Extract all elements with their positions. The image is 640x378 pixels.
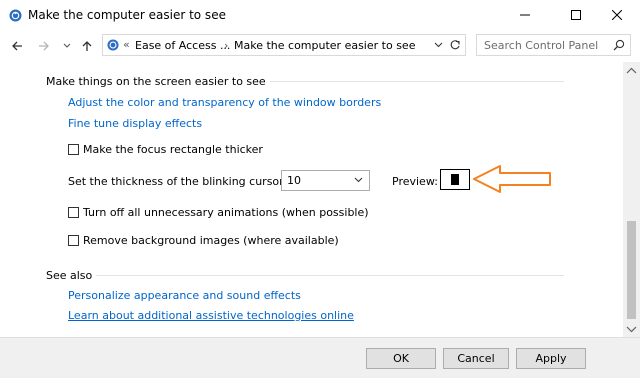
address-dropdown-icon[interactable] <box>434 42 443 48</box>
forward-arrow-icon <box>39 41 49 51</box>
backgrounds-label: Remove background images (where availabl… <box>83 234 339 247</box>
chevron-down-icon <box>63 43 71 48</box>
control-panel-icon <box>9 9 22 22</box>
close-button[interactable] <box>594 0 640 30</box>
maximize-button[interactable] <box>553 0 599 30</box>
backgrounds-checkbox[interactable] <box>68 235 79 246</box>
focus-rectangle-option[interactable]: Make the focus rectangle thicker <box>68 143 263 156</box>
search-placeholder: Search Control Panel <box>484 39 599 52</box>
link-personalize[interactable]: Personalize appearance and sound effects <box>68 289 301 302</box>
vertical-scrollbar[interactable] <box>623 62 640 337</box>
cursor-thickness-value: 10 <box>287 174 301 187</box>
section-title-screen: Make things on the screen easier to see <box>46 75 270 88</box>
preview-label: Preview: <box>392 175 438 188</box>
back-button[interactable] <box>10 39 24 53</box>
animations-checkbox[interactable] <box>68 207 79 218</box>
breadcrumb-ease-of-access[interactable]: Ease of Access ... <box>135 39 230 52</box>
section-divider <box>46 275 564 276</box>
scrollbar-thumb[interactable] <box>627 221 636 319</box>
cancel-button[interactable]: Cancel <box>443 348 509 369</box>
breadcrumb-separator-icon: › <box>224 39 229 52</box>
apply-button[interactable]: Apply <box>516 348 586 369</box>
focus-rectangle-label: Make the focus rectangle thicker <box>83 143 263 156</box>
close-icon <box>612 10 622 20</box>
control-panel-icon <box>107 39 119 51</box>
search-input[interactable]: Search Control Panel <box>476 34 631 56</box>
chevron-down-icon <box>354 177 363 183</box>
breadcrumb-overflow[interactable]: « <box>123 38 130 51</box>
backgrounds-option[interactable]: Remove background images (where availabl… <box>68 234 339 247</box>
link-window-borders[interactable]: Adjust the color and transparency of the… <box>68 96 381 109</box>
minimize-icon <box>520 14 530 16</box>
animations-option[interactable]: Turn off all unnecessary animations (whe… <box>68 206 369 219</box>
ok-button[interactable]: OK <box>366 348 436 369</box>
refresh-icon[interactable] <box>449 39 461 51</box>
maximize-icon <box>571 10 581 20</box>
focus-rectangle-checkbox[interactable] <box>68 144 79 155</box>
animations-label: Turn off all unnecessary animations (whe… <box>83 206 369 219</box>
cursor-thickness-label: Set the thickness of the blinking cursor… <box>68 175 288 188</box>
forward-button[interactable] <box>37 39 51 53</box>
title-bar: Make the computer easier to see <box>0 0 640 30</box>
back-arrow-icon <box>12 41 22 51</box>
scroll-up-icon[interactable] <box>626 67 637 75</box>
dialog-footer: OK Cancel Apply <box>0 337 640 378</box>
up-button[interactable] <box>80 39 94 53</box>
section-title-see-also: See also <box>46 269 97 282</box>
breadcrumb-current[interactable]: Make the computer easier to see <box>234 39 415 52</box>
link-display-effects[interactable]: Fine tune display effects <box>68 117 202 130</box>
search-icon[interactable] <box>613 39 625 51</box>
address-bar[interactable]: « Ease of Access ... › Make the computer… <box>102 34 466 56</box>
link-assistive-technologies[interactable]: Learn about additional assistive technol… <box>68 309 354 322</box>
up-arrow-icon <box>82 41 92 51</box>
minimize-button[interactable] <box>502 0 548 30</box>
scroll-down-icon[interactable] <box>626 325 637 333</box>
cursor-thickness-select[interactable]: 10 <box>281 170 370 191</box>
recent-locations-button[interactable] <box>60 39 74 53</box>
annotation-arrow-icon <box>473 165 551 193</box>
window-title: Make the computer easier to see <box>28 8 226 22</box>
cursor-preview <box>440 169 470 190</box>
cursor-preview-block <box>451 174 459 185</box>
